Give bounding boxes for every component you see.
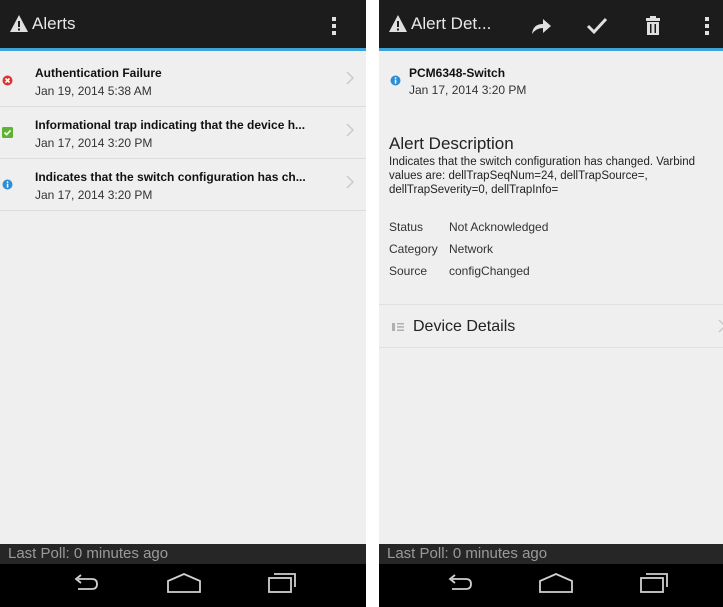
device-details-label: Device Details: [413, 318, 516, 335]
recent-apps-icon[interactable]: [638, 571, 670, 595]
overflow-menu-icon[interactable]: [704, 16, 710, 36]
back-icon[interactable]: [444, 571, 474, 595]
alert-date: Jan 17, 2014 3:20 PM: [35, 136, 153, 150]
status-label: Status: [389, 220, 424, 234]
warning-icon[interactable]: [388, 14, 408, 34]
home-icon[interactable]: [165, 571, 203, 595]
info-icon: [390, 75, 401, 86]
device-icon: [392, 323, 404, 331]
acknowledge-check-icon[interactable]: [585, 15, 609, 37]
chevron-right-icon: [346, 71, 354, 85]
overflow-menu-icon[interactable]: [331, 16, 337, 36]
check-icon: [2, 127, 13, 138]
forward-icon[interactable]: [529, 15, 553, 37]
source-value: configChanged: [449, 264, 530, 278]
poll-status: Last Poll: 0 minutes ago: [387, 545, 548, 562]
category-label: Category: [389, 242, 438, 256]
alert-date: Jan 17, 2014 3:20 PM: [35, 188, 153, 202]
alert-date: Jan 17, 2014 3:20 PM: [409, 83, 527, 97]
system-nav-bar: [0, 564, 366, 607]
recent-apps-icon[interactable]: [266, 571, 298, 595]
category-value: Network: [449, 242, 494, 256]
alert-list-item[interactable]: Authentication Failure Jan 19, 2014 5:38…: [0, 55, 366, 107]
info-icon: [2, 179, 13, 190]
poll-status-bar: Last Poll: 0 minutes ago: [0, 544, 366, 564]
action-bar: Alerts: [0, 0, 366, 51]
source-label: Source: [389, 264, 428, 278]
warning-icon[interactable]: [9, 14, 29, 34]
status-value: Not Acknowledged: [449, 220, 549, 234]
chevron-right-icon: [346, 123, 354, 137]
description-heading: Alert Description: [389, 134, 514, 153]
poll-status-bar: Last Poll: 0 minutes ago: [379, 544, 723, 564]
alert-title: Informational trap indicating that the d…: [35, 118, 306, 132]
home-icon[interactable]: [537, 571, 575, 595]
poll-status: Last Poll: 0 minutes ago: [8, 545, 169, 562]
device-details-row[interactable]: Device Details: [379, 304, 723, 348]
delete-icon[interactable]: [641, 15, 665, 37]
alert-list-item[interactable]: Indicates that the switch configuration …: [0, 159, 366, 211]
alert-date: Jan 19, 2014 5:38 AM: [35, 84, 152, 98]
alert-list-item[interactable]: Informational trap indicating that the d…: [0, 107, 366, 159]
alert-title: Authentication Failure: [35, 66, 162, 80]
device-name: PCM6348-Switch: [409, 66, 506, 80]
action-bar: Alert Det...: [379, 0, 723, 51]
screen-title: Alert Det...: [411, 14, 492, 33]
chevron-right-icon: [346, 175, 354, 189]
description-text: Indicates that the switch configuration …: [389, 156, 696, 196]
alert-title: Indicates that the switch configuration …: [35, 170, 306, 184]
alerts-screen: Alerts Authentication Failure Jan 19, 20…: [0, 0, 366, 607]
app-title: Alerts: [32, 14, 76, 33]
error-icon: [2, 75, 13, 86]
system-nav-bar: [379, 564, 723, 607]
back-icon[interactable]: [70, 571, 100, 595]
chevron-right-icon: [718, 319, 723, 333]
alert-detail-screen: Alert Det... PCM6348-Switch Jan 17, 2014…: [379, 0, 723, 607]
